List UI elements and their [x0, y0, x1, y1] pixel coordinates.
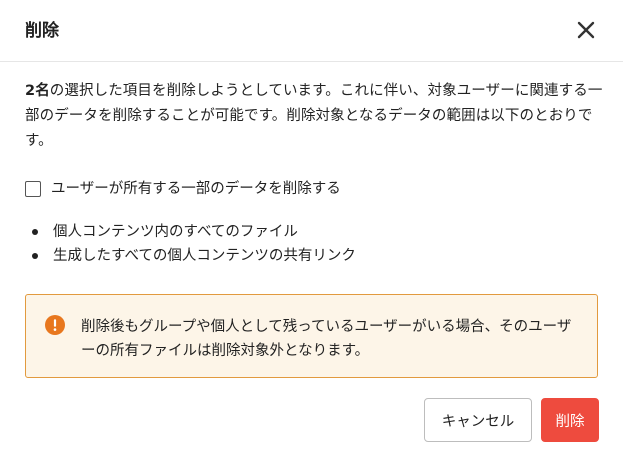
warning-box: 削除後もグループや個人として残っているユーザーがいる場合、そのユーザーの所有ファ… [25, 294, 598, 378]
exclamation-icon [45, 315, 65, 335]
close-icon [577, 21, 595, 39]
dialog-header: 削除 [0, 0, 623, 62]
bullet-dot [32, 253, 38, 259]
description-text: の選択した項目を削除しようとしています。これに伴い、対象ユーザーに関連する一部の… [25, 83, 603, 149]
cancel-button[interactable]: キャンセル [424, 398, 532, 442]
delete-button[interactable]: 削除 [541, 398, 599, 442]
list-item: 生成したすべての個人コンテンツの共有リンク [25, 244, 356, 268]
warning-text: 削除後もグループや個人として残っているユーザーがいる場合、そのユーザーの所有ファ… [81, 319, 572, 359]
dialog-description: 2名の選択した項目を削除しようとしています。これに伴い、対象ユーザーに関連する一… [25, 79, 605, 154]
checkbox-box[interactable] [25, 181, 41, 197]
close-button[interactable] [574, 18, 598, 42]
selected-count: 2名 [25, 83, 50, 99]
list-item-text: 生成したすべての個人コンテンツの共有リンク [53, 248, 356, 264]
bullet-dot [32, 229, 38, 235]
dialog-title: 削除 [25, 21, 59, 41]
list-item: 個人コンテンツ内のすべてのファイル [25, 220, 356, 244]
deletion-scope-list: 個人コンテンツ内のすべてのファイル 生成したすべての個人コンテンツの共有リンク [25, 220, 356, 268]
checkbox-label: ユーザーが所有する一部のデータを削除する [51, 181, 341, 197]
delete-dialog: 削除 2名の選択した項目を削除しようとしています。これに伴い、対象ユーザーに関連… [0, 0, 623, 469]
list-item-text: 個人コンテンツ内のすべてのファイル [53, 224, 298, 240]
delete-owned-data-checkbox[interactable]: ユーザーが所有する一部のデータを削除する [25, 178, 341, 200]
